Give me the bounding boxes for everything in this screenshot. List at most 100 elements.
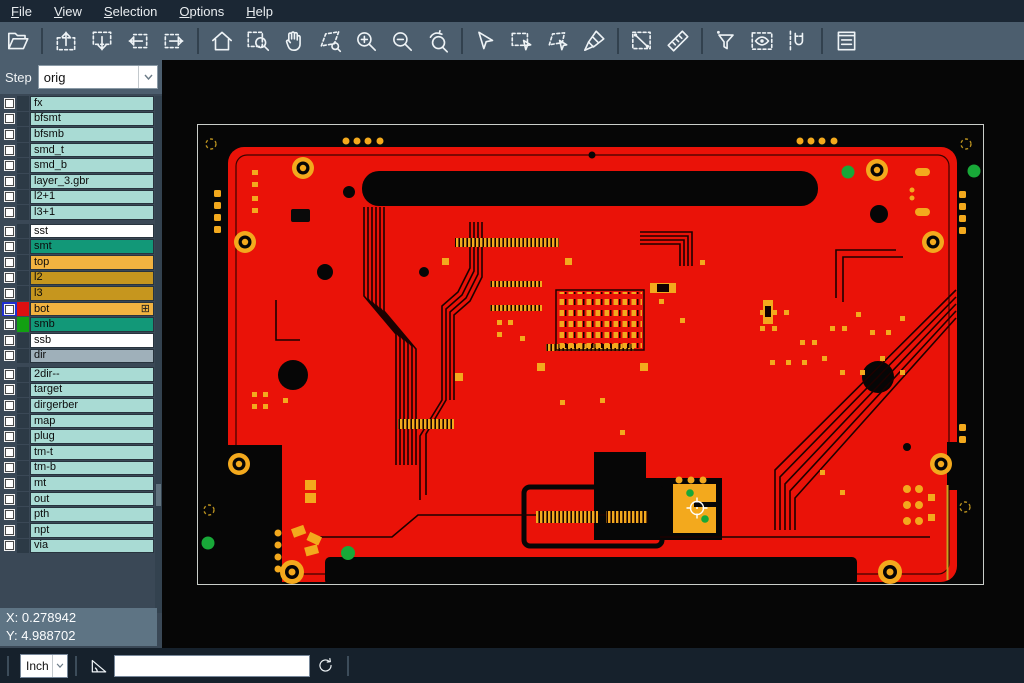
layer-checkbox[interactable] [2, 507, 17, 522]
layer-row-plug[interactable]: plug [2, 429, 154, 444]
zoom-previous-button[interactable] [420, 25, 456, 57]
layer-checkbox[interactable] [2, 476, 17, 491]
measure-distance-button[interactable] [624, 25, 660, 57]
select-rectangle-button[interactable] [504, 25, 540, 57]
toolbar-separator [701, 28, 703, 54]
layer-row-l2[interactable]: l2 [2, 271, 154, 286]
layer-row-sst[interactable]: sst [2, 224, 154, 239]
layer-row-npt[interactable]: npt [2, 523, 154, 538]
layer-row-l3+1[interactable]: l3+1 [2, 205, 154, 220]
layer-checkbox[interactable] [2, 398, 17, 413]
report-panel-button[interactable] [828, 25, 864, 57]
layer-checkbox[interactable] [2, 461, 17, 476]
layer-checkbox[interactable] [2, 523, 17, 538]
layer-checkbox[interactable] [2, 445, 17, 460]
zoom-polygon-button[interactable] [312, 25, 348, 57]
layer-checkbox[interactable] [2, 255, 17, 270]
menu-help[interactable]: Help [235, 2, 284, 21]
scrollbar-thumb[interactable] [156, 484, 161, 506]
filter-button[interactable] [708, 25, 744, 57]
layer-row-smb[interactable]: smb [2, 317, 154, 332]
layer-checkbox[interactable] [2, 224, 17, 239]
move-right-button[interactable] [156, 25, 192, 57]
layer-row-via[interactable]: via [2, 539, 154, 554]
layer-checkbox[interactable] [2, 174, 17, 189]
step-select[interactable]: orig [38, 65, 158, 89]
zoom-out-button[interactable] [384, 25, 420, 57]
layer-checkbox[interactable] [2, 492, 17, 507]
layer-color-swatch [17, 539, 29, 554]
layer-checkbox[interactable] [2, 383, 17, 398]
layer-row-tm-t[interactable]: tm-t [2, 445, 154, 460]
layer-checkbox[interactable] [2, 333, 17, 348]
layer-row-layer_3.gbr[interactable]: layer_3.gbr [2, 174, 154, 189]
layer-row-dirgerber[interactable]: dirgerber [2, 398, 154, 413]
brush-icon [581, 28, 607, 54]
layer-row-smd_t[interactable]: smd_t [2, 143, 154, 158]
layer-row-l2+1[interactable]: l2+1 [2, 190, 154, 205]
menu-options[interactable]: Options [168, 2, 235, 21]
move-left-button[interactable] [120, 25, 156, 57]
menu-selection[interactable]: Selection [93, 2, 168, 21]
layer-checkbox[interactable] [2, 127, 17, 142]
layer-row-mt[interactable]: mt [2, 476, 154, 491]
layer-checkbox[interactable] [2, 112, 17, 127]
layer-row-tm-b[interactable]: tm-b [2, 461, 154, 476]
move-down-button[interactable] [84, 25, 120, 57]
layer-row-smd_b[interactable]: smd_b [2, 158, 154, 173]
layer-checkbox[interactable] [2, 96, 17, 111]
layer-checkbox[interactable] [2, 190, 17, 205]
layer-checkbox[interactable] [2, 239, 17, 254]
layer-row-map[interactable]: map [2, 414, 154, 429]
layer-row-bfsmt[interactable]: bfsmt [2, 112, 154, 127]
select-cursor-button[interactable] [468, 25, 504, 57]
layer-row-fx[interactable]: fx [2, 96, 154, 111]
unit-select[interactable]: Inch [20, 654, 68, 678]
layer-row-target[interactable]: target [2, 383, 154, 398]
pan-button[interactable] [276, 25, 312, 57]
layer-row-dir[interactable]: dir [2, 349, 154, 364]
layer-row-top[interactable]: top [2, 255, 154, 270]
layer-scrollbar[interactable] [155, 96, 162, 613]
layer-checkbox[interactable] [2, 302, 17, 317]
layer-row-bfsmb[interactable]: bfsmb [2, 127, 154, 142]
layer-row-2dir--[interactable]: 2dir-- [2, 367, 154, 382]
layer-row-smt[interactable]: smt [2, 239, 154, 254]
angle-measure-button[interactable] [84, 652, 114, 680]
layer-checkbox[interactable] [2, 429, 17, 444]
layer-checkbox[interactable] [2, 317, 17, 332]
layer-row-pth[interactable]: pth [2, 507, 154, 522]
layer-row-ssb[interactable]: ssb [2, 333, 154, 348]
layer-row-l3[interactable]: l3 [2, 286, 154, 301]
refresh-button[interactable] [310, 652, 340, 680]
command-input[interactable] [114, 655, 310, 677]
zoom-window-button[interactable] [240, 25, 276, 57]
layer-row-out[interactable]: out [2, 492, 154, 507]
layer-checkbox[interactable] [2, 271, 17, 286]
zoom-in-button[interactable] [348, 25, 384, 57]
layer-checkbox[interactable] [2, 143, 17, 158]
measure-ruler-button[interactable] [660, 25, 696, 57]
view-visibility-button[interactable] [744, 25, 780, 57]
snap-magnet-button[interactable] [780, 25, 816, 57]
move-left-icon [125, 28, 151, 54]
layer-checkbox[interactable] [2, 539, 17, 554]
move-up-button[interactable] [48, 25, 84, 57]
layer-checkbox[interactable] [2, 286, 17, 301]
menu-file[interactable]: File [0, 2, 43, 21]
layer-label: bot⊞ [30, 302, 154, 317]
select-polygon-button[interactable] [540, 25, 576, 57]
layer-checkbox[interactable] [2, 367, 17, 382]
layer-checkbox[interactable] [2, 349, 17, 364]
home-view-button[interactable] [204, 25, 240, 57]
layer-checkbox[interactable] [2, 205, 17, 220]
pcb-viewport[interactable] [162, 60, 1024, 648]
layer-checkbox[interactable] [2, 414, 17, 429]
menu-view[interactable]: View [43, 2, 93, 21]
layer-row-bot[interactable]: bot⊞ [2, 302, 154, 317]
layer-label: dirgerber [30, 398, 154, 413]
layer-list: fxbfsmtbfsmbsmd_tsmd_blayer_3.gbrl2+1l3+… [2, 96, 154, 557]
open-file-button[interactable] [0, 25, 36, 57]
paint-brush-button[interactable] [576, 25, 612, 57]
layer-checkbox[interactable] [2, 158, 17, 173]
